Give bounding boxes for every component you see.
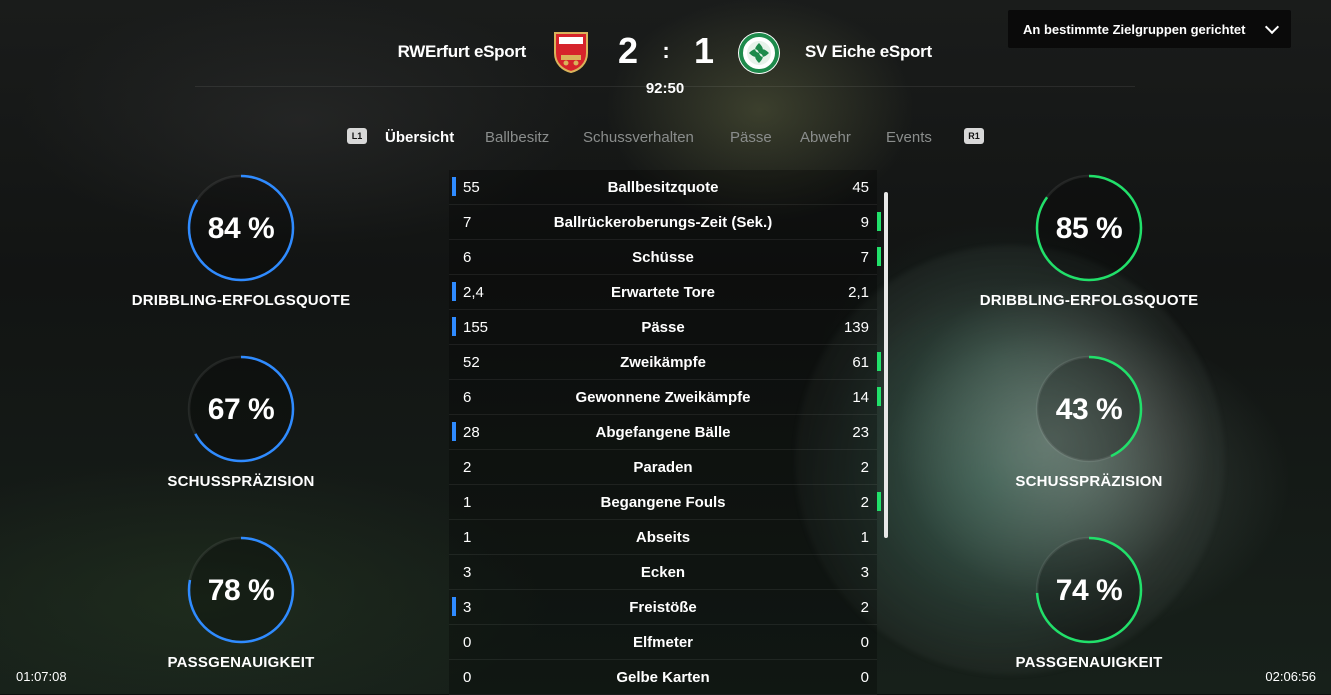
- stat-label: Elfmeter: [632, 634, 694, 651]
- away-lead-marker: [877, 352, 881, 371]
- stat-label: Begangene Fouls: [600, 494, 726, 511]
- stat-label: Ballbesitzquote: [607, 179, 719, 196]
- away-lead-marker: [877, 387, 881, 406]
- stat-away-value: 14: [852, 389, 869, 406]
- stat-away-value: 1: [860, 529, 869, 546]
- stat-label: Gelbe Karten: [616, 669, 710, 686]
- stat-row: 2 Paraden 2: [449, 450, 877, 485]
- timestamp-right: 02:06:56: [1265, 669, 1316, 684]
- timestamp-left: 01:07:08: [16, 669, 67, 684]
- stat-row: 1 Abseits 1: [449, 520, 877, 555]
- home-score: 2: [617, 30, 639, 71]
- away-score: 1: [693, 30, 715, 71]
- away-shot-accuracy-value: 43 %: [1055, 393, 1123, 426]
- stat-label: Gewonnene Zweikämpfe: [575, 389, 751, 406]
- tab-schussverhalten[interactable]: Schussverhalten: [583, 129, 694, 146]
- stat-row: 6 Gewonnene Zweikämpfe 14: [449, 380, 881, 415]
- away-shot-accuracy-label: SCHUSSPRÄZISION: [1015, 473, 1163, 490]
- home-pass-accuracy-label: PASSGENAUIGKEIT: [167, 654, 315, 671]
- chevron-down-icon: [1264, 19, 1280, 35]
- stat-away-value: 7: [860, 249, 869, 266]
- away-team-crest-icon: [738, 32, 780, 74]
- away-lead-marker: [877, 247, 881, 266]
- home-pass-accuracy-value: 78 %: [207, 574, 275, 607]
- score-separator: :: [662, 38, 670, 63]
- away-dribbling-value: 85 %: [1055, 212, 1123, 245]
- stat-row: 1 Begangene Fouls 2: [449, 485, 881, 520]
- home-shot-accuracy-value: 67 %: [207, 393, 275, 426]
- stat-row: 2,4 Erwartete Tore 2,1: [449, 275, 877, 310]
- tab-paesse[interactable]: Pässe: [730, 129, 772, 146]
- stat-away-value: 2: [860, 459, 869, 476]
- stat-row: 55 Ballbesitzquote 45: [449, 170, 877, 205]
- stat-row: 7 Ballrückeroberungs-Zeit (Sek.) 9: [449, 205, 881, 240]
- home-team-crest-icon: [554, 32, 588, 73]
- stat-label: Abseits: [635, 529, 691, 546]
- away-lead-marker: [877, 212, 881, 231]
- stat-away-value: 2,1: [848, 284, 869, 301]
- audience-dropdown-label: An bestimmte Zielgruppen gerichtet: [1023, 21, 1246, 37]
- tab-abwehr[interactable]: Abwehr: [800, 129, 851, 146]
- away-dribbling-label: DRIBBLING-ERFOLGSQUOTE: [979, 292, 1199, 309]
- stat-row: 0 Gelbe Karten 0: [449, 660, 877, 695]
- audience-dropdown[interactable]: An bestimmte Zielgruppen gerichtet: [1008, 10, 1291, 48]
- stat-away-value: 0: [860, 634, 869, 651]
- stat-label: Ecken: [640, 564, 686, 581]
- stats-table[interactable]: 55 Ballbesitzquote 45 7 Ballrückeroberungs-Z…: [449, 170, 881, 695]
- tab-uebersicht[interactable]: Übersicht: [385, 129, 454, 146]
- stat-away-value: 61: [852, 354, 869, 371]
- home-dribbling-value: 84 %: [207, 212, 275, 245]
- tab-ballbesitz[interactable]: Ballbesitz: [485, 129, 549, 146]
- home-dribbling-label: DRIBBLING-ERFOLGSQUOTE: [131, 292, 351, 309]
- home-pass-accuracy-stat: 78 % PASSGENAUIGKEIT: [121, 536, 361, 671]
- stat-away-value: 0: [860, 669, 869, 686]
- stat-row: 155 Pässe 139: [449, 310, 877, 345]
- stat-row: 3 Ecken 3: [449, 555, 877, 590]
- away-team-name: SV Eiche eSport: [805, 42, 932, 61]
- home-dribbling-stat: 84 % DRIBBLING-ERFOLGSQUOTE: [121, 174, 361, 309]
- stat-label: Freistöße: [629, 599, 697, 616]
- stat-label: Schüsse: [632, 249, 694, 266]
- stat-row: 0 Elfmeter 0: [449, 625, 877, 660]
- home-shot-accuracy-label: SCHUSSPRÄZISION: [167, 473, 315, 490]
- stat-row: 3 Freistöße 2: [449, 590, 877, 625]
- home-shot-accuracy-stat: 67 % SCHUSSPRÄZISION: [121, 355, 361, 490]
- stat-away-value: 2: [860, 494, 869, 511]
- stat-row: 52 Zweikämpfe 61: [449, 345, 881, 380]
- away-pass-accuracy-label: PASSGENAUIGKEIT: [1015, 654, 1163, 671]
- stat-label: Abgefangene Bälle: [595, 424, 731, 441]
- away-shot-accuracy-stat: 43 % SCHUSSPRÄZISION: [969, 355, 1209, 490]
- match-clock: 92:50: [645, 80, 685, 97]
- stat-label: Ballrückeroberungs-Zeit (Sek.): [553, 214, 773, 231]
- tab-events[interactable]: Events: [886, 129, 932, 146]
- away-dribbling-stat: 85 % DRIBBLING-ERFOLGSQUOTE: [969, 174, 1209, 309]
- stat-away-value: 139: [843, 319, 869, 336]
- stat-away-value: 9: [860, 214, 869, 231]
- r1-button-hint-icon[interactable]: R1: [964, 128, 984, 144]
- stat-label: Paraden: [633, 459, 693, 476]
- stat-row: 6 Schüsse 7: [449, 240, 881, 275]
- stat-label: Erwartete Tore: [611, 284, 715, 301]
- stat-row: 28 Abgefangene Bälle 23: [449, 415, 877, 450]
- home-team-name: RWErfurt eSport: [397, 42, 527, 61]
- stat-away-value: 23: [852, 424, 869, 441]
- stat-label: Pässe: [641, 319, 685, 336]
- l1-button-hint-icon[interactable]: L1: [347, 128, 367, 144]
- stat-away-value: 45: [852, 179, 869, 196]
- away-lead-marker: [877, 492, 881, 511]
- stats-scrollbar[interactable]: [884, 192, 888, 538]
- stat-away-value: 2: [860, 599, 869, 616]
- stat-away-value: 3: [860, 564, 869, 581]
- away-pass-accuracy-stat: 74 % PASSGENAUIGKEIT: [969, 536, 1209, 671]
- away-pass-accuracy-value: 74 %: [1055, 574, 1123, 607]
- stat-label: Zweikämpfe: [620, 354, 706, 371]
